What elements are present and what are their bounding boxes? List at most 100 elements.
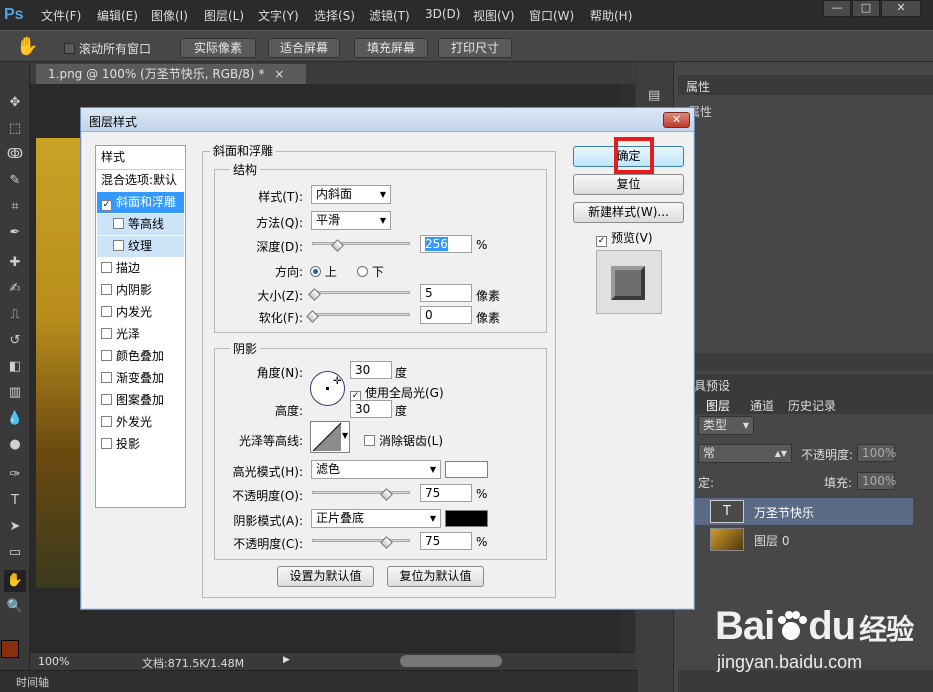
angle-field[interactable]: 30 bbox=[350, 361, 392, 379]
size-field[interactable]: 5 bbox=[420, 284, 472, 302]
menu-window[interactable]: 窗口(W) bbox=[529, 7, 574, 24]
stamp-tool-icon[interactable]: ⎍ bbox=[4, 304, 26, 326]
scroll-all-windows-checkbox[interactable]: 滚动所有窗口 bbox=[64, 40, 151, 57]
altitude-field[interactable]: 30 bbox=[350, 400, 392, 418]
crop-tool-icon[interactable]: ⌗ bbox=[4, 196, 26, 218]
menu-type[interactable]: 文字(Y) bbox=[258, 7, 299, 24]
style-item-satin[interactable]: 光泽 bbox=[97, 324, 184, 345]
direction-up-radio[interactable]: 上 bbox=[310, 263, 337, 280]
fit-screen-button[interactable]: 适合屏幕 bbox=[268, 38, 340, 58]
menu-filter[interactable]: 滤镜(T) bbox=[369, 7, 410, 24]
dialog-close-button[interactable]: ✕ bbox=[663, 112, 690, 128]
checkbox-icon[interactable] bbox=[113, 218, 124, 229]
menu-file[interactable]: 文件(F) bbox=[41, 7, 81, 24]
style-item-bevel-emboss[interactable]: ✓ 斜面和浮雕 bbox=[97, 192, 184, 213]
close-window-button[interactable]: ✕ bbox=[881, 0, 921, 17]
checkbox-icon[interactable] bbox=[101, 306, 112, 317]
checkbox-icon[interactable]: ✓ bbox=[101, 200, 112, 211]
shadow-color-swatch[interactable] bbox=[445, 510, 488, 527]
menu-layer[interactable]: 图层(L) bbox=[204, 7, 244, 24]
style-item-texture[interactable]: 纹理 bbox=[97, 236, 184, 257]
minimize-button[interactable]: — bbox=[823, 0, 851, 17]
soften-slider[interactable] bbox=[312, 313, 410, 316]
checkbox-icon[interactable] bbox=[101, 350, 112, 361]
path-select-tool-icon[interactable]: ➤ bbox=[4, 516, 26, 538]
layer-row-text[interactable]: T 万圣节快乐 bbox=[678, 498, 913, 525]
zoom-tool-icon[interactable]: 🔍 bbox=[4, 596, 26, 618]
document-tab[interactable]: 1.png @ 100% (万圣节快乐, RGB/8) * × bbox=[36, 64, 306, 84]
fill-field[interactable]: 100% bbox=[857, 472, 896, 490]
hand-tool-icon[interactable]: ✋ bbox=[4, 570, 26, 592]
gloss-contour-picker[interactable]: ▼ bbox=[310, 421, 350, 453]
document-image[interactable] bbox=[36, 138, 86, 588]
close-tab-icon[interactable]: × bbox=[274, 67, 284, 81]
actual-pixels-button[interactable]: 实际像素 bbox=[180, 38, 256, 58]
checkbox-icon[interactable] bbox=[101, 262, 112, 273]
tab-properties[interactable]: 属性 bbox=[686, 78, 710, 95]
preview-checkbox[interactable]: ✓ 预览(V) bbox=[596, 229, 653, 247]
menu-edit[interactable]: 编辑(E) bbox=[97, 7, 138, 24]
gradient-tool-icon[interactable]: ▥ bbox=[4, 382, 26, 404]
checkbox-icon[interactable] bbox=[101, 284, 112, 295]
play-icon[interactable]: ▶ bbox=[283, 655, 290, 665]
style-item-stroke[interactable]: 描边 bbox=[97, 258, 184, 279]
layer-filter-select[interactable]: 类型 ▼ bbox=[698, 416, 754, 435]
blend-options-item[interactable]: 混合选项:默认 bbox=[97, 169, 184, 190]
horizontal-scrollbar-thumb[interactable] bbox=[400, 655, 502, 667]
checkbox-icon[interactable] bbox=[364, 435, 375, 446]
eyedropper-tool-icon[interactable]: ✒ bbox=[4, 222, 26, 244]
maximize-button[interactable]: □ bbox=[852, 0, 880, 17]
print-size-button[interactable]: 打印尺寸 bbox=[438, 38, 512, 58]
brush-tool-icon[interactable]: ✍ bbox=[4, 278, 26, 300]
checkbox-icon[interactable]: ✓ bbox=[596, 236, 607, 247]
reset-button[interactable]: 复位 bbox=[573, 174, 684, 195]
tab-layers[interactable]: 图层 bbox=[706, 397, 730, 414]
timeline-label[interactable]: 时间轴 bbox=[16, 674, 49, 690]
checkbox-icon[interactable] bbox=[101, 416, 112, 427]
healing-brush-icon[interactable]: ✚ bbox=[4, 252, 26, 274]
layer-name[interactable]: 万圣节快乐 bbox=[754, 504, 814, 521]
highlight-color-swatch[interactable] bbox=[445, 461, 488, 478]
shadow-mode-select[interactable]: 正片叠底 ▼ bbox=[311, 509, 441, 528]
shape-tool-icon[interactable]: ▭ bbox=[4, 542, 26, 564]
style-item-inner-shadow[interactable]: 内阴影 bbox=[97, 280, 184, 301]
new-style-button[interactable]: 新建样式(W)... bbox=[573, 202, 684, 223]
highlight-mode-select[interactable]: 滤色 ▼ bbox=[311, 460, 441, 479]
checkbox-icon[interactable] bbox=[101, 372, 112, 383]
direction-down-radio[interactable]: 下 bbox=[357, 263, 384, 280]
dialog-title-bar[interactable]: 图层样式 ✕ bbox=[81, 108, 694, 132]
soften-field[interactable]: 0 bbox=[420, 306, 472, 324]
foreground-color-swatch[interactable] bbox=[1, 640, 19, 658]
layer-name[interactable]: 图层 0 bbox=[754, 532, 789, 549]
menu-view[interactable]: 视图(V) bbox=[473, 7, 515, 24]
size-slider[interactable] bbox=[312, 291, 410, 294]
reset-to-default-button[interactable]: 复位为默认值 bbox=[387, 566, 484, 587]
shadow-opacity-slider[interactable] bbox=[312, 539, 410, 542]
depth-slider[interactable] bbox=[312, 242, 410, 245]
checkbox-icon[interactable] bbox=[101, 438, 112, 449]
zoom-level[interactable]: 100% bbox=[38, 655, 69, 668]
checkbox-icon[interactable] bbox=[101, 394, 112, 405]
menu-image[interactable]: 图像(I) bbox=[151, 7, 188, 24]
menu-select[interactable]: 选择(S) bbox=[314, 7, 355, 24]
depth-field[interactable]: 256 bbox=[420, 235, 472, 253]
history-brush-icon[interactable]: ↺ bbox=[4, 330, 26, 352]
checkbox-icon[interactable] bbox=[101, 328, 112, 339]
dodge-tool-icon[interactable]: ● bbox=[4, 434, 26, 456]
checkbox-icon[interactable] bbox=[113, 240, 124, 251]
blur-tool-icon[interactable]: 💧 bbox=[4, 408, 26, 430]
lasso-tool-icon[interactable]: ↂ bbox=[4, 144, 26, 166]
style-item-gradient-overlay[interactable]: 渐变叠加 bbox=[97, 368, 184, 389]
quick-select-tool-icon[interactable]: ✎ bbox=[4, 170, 26, 192]
eraser-tool-icon[interactable]: ◧ bbox=[4, 356, 26, 378]
menu-help[interactable]: 帮助(H) bbox=[590, 7, 632, 24]
make-default-button[interactable]: 设置为默认值 bbox=[277, 566, 374, 587]
bevel-style-select[interactable]: 内斜面 ▼ bbox=[311, 185, 391, 204]
tab-history[interactable]: 历史记录 bbox=[788, 397, 836, 414]
pen-tool-icon[interactable]: ✑ bbox=[4, 464, 26, 486]
technique-select[interactable]: 平滑 ▼ bbox=[311, 211, 391, 230]
layer-row-image[interactable]: 图层 0 bbox=[678, 526, 913, 553]
type-tool-icon[interactable]: T bbox=[4, 490, 26, 512]
style-item-contour[interactable]: 等高线 bbox=[97, 214, 184, 235]
history-panel-icon[interactable]: ▤ bbox=[648, 88, 660, 103]
